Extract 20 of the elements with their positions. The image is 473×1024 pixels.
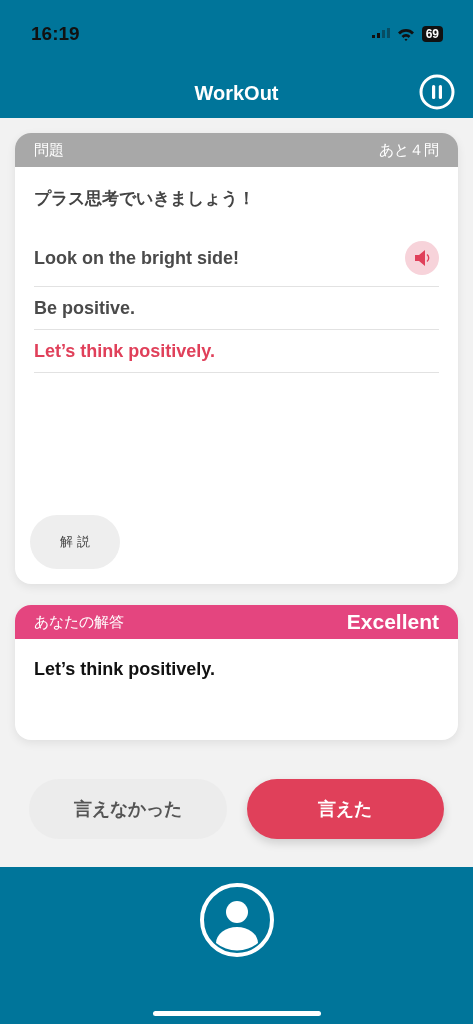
question-prompt: プラス思考でいきましょう！	[34, 187, 256, 210]
app-title: WorkOut	[194, 81, 279, 105]
battery-indicator: 69	[421, 26, 443, 42]
answer-text: Be positive.	[34, 297, 136, 319]
pause-button[interactable]	[419, 74, 455, 110]
answer-text: Look on the bright side!	[34, 247, 239, 269]
answer-button[interactable]: 言えた	[246, 779, 444, 839]
question-label: 問題	[34, 140, 64, 160]
status-time: 16:19	[31, 23, 80, 45]
grade-label: Excellent	[346, 610, 439, 634]
profile-icon[interactable]	[198, 882, 275, 958]
remaining-count: あと４問	[379, 140, 439, 160]
answer-text: Let’s think positively.	[34, 340, 216, 362]
speaker-button[interactable]	[405, 241, 439, 275]
wifi-icon	[396, 27, 415, 41]
answer-text: Let’s think positively.	[33, 658, 217, 681]
answer-label: あなたの解答	[34, 612, 124, 632]
explanation-button[interactable]: 解 説	[30, 515, 120, 569]
answer-button[interactable]: 言えなかった	[29, 779, 227, 839]
signal-icon	[371, 28, 390, 40]
